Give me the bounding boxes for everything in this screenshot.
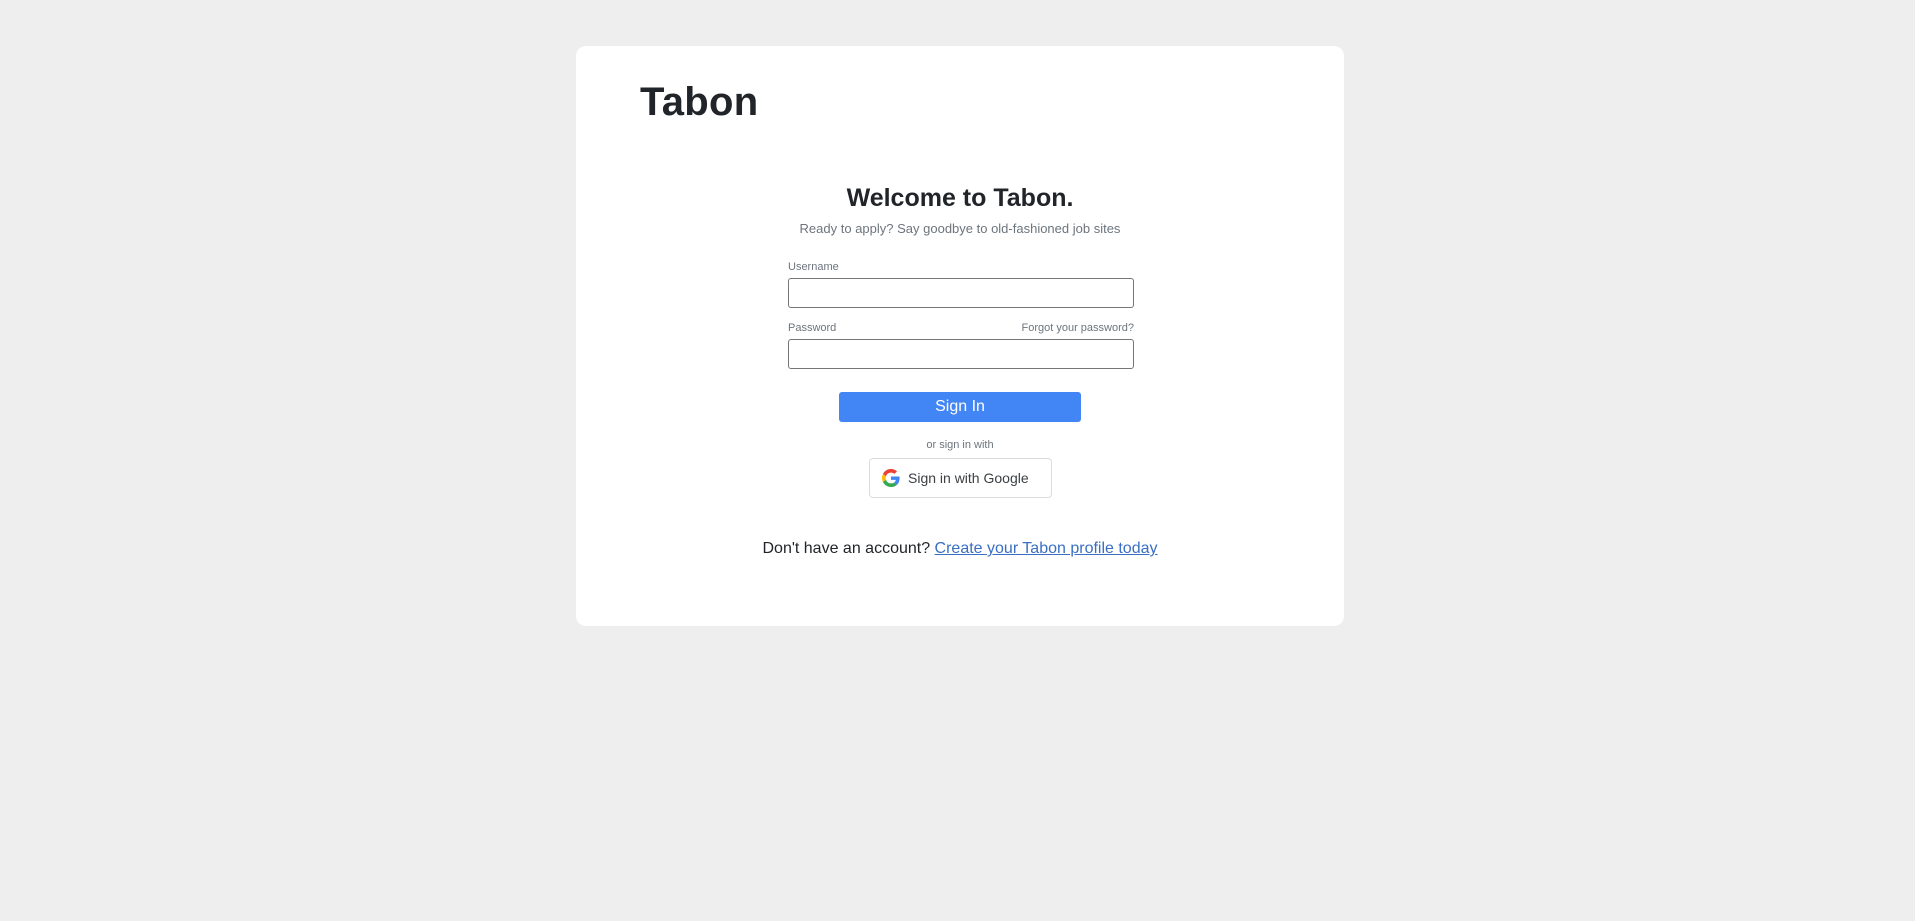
password-input[interactable] [788,339,1134,369]
password-group: Password Forgot your password? [788,321,1134,369]
username-input[interactable] [788,278,1134,308]
login-header: Welcome to Tabon. Ready to apply? Say go… [576,182,1344,238]
google-sign-in-button[interactable]: Sign in with Google [869,458,1052,498]
google-g-icon [882,469,900,487]
alt-signin-divider: or sign in with [926,439,994,451]
create-profile-link[interactable]: Create your Tabon profile today [935,540,1158,557]
tagline: Ready to apply? Say goodbye to old-fashi… [799,221,1121,236]
signup-prompt: Don't have an account? [762,540,935,557]
username-label: Username [788,261,839,273]
forgot-password-link[interactable]: Forgot your password? [1022,322,1135,334]
signup-row: Don't have an account? Create your Tabon… [576,540,1344,558]
password-label: Password [788,322,837,334]
page-title: Welcome to Tabon. [846,184,1074,212]
login-card: Tabon Welcome to Tabon. Ready to apply? … [576,46,1344,626]
username-group: Username [788,260,1134,308]
google-sign-in-label: Sign in with Google [908,470,1029,486]
sign-in-button[interactable]: Sign In [839,392,1081,422]
brand-logo: Tabon [640,80,759,124]
